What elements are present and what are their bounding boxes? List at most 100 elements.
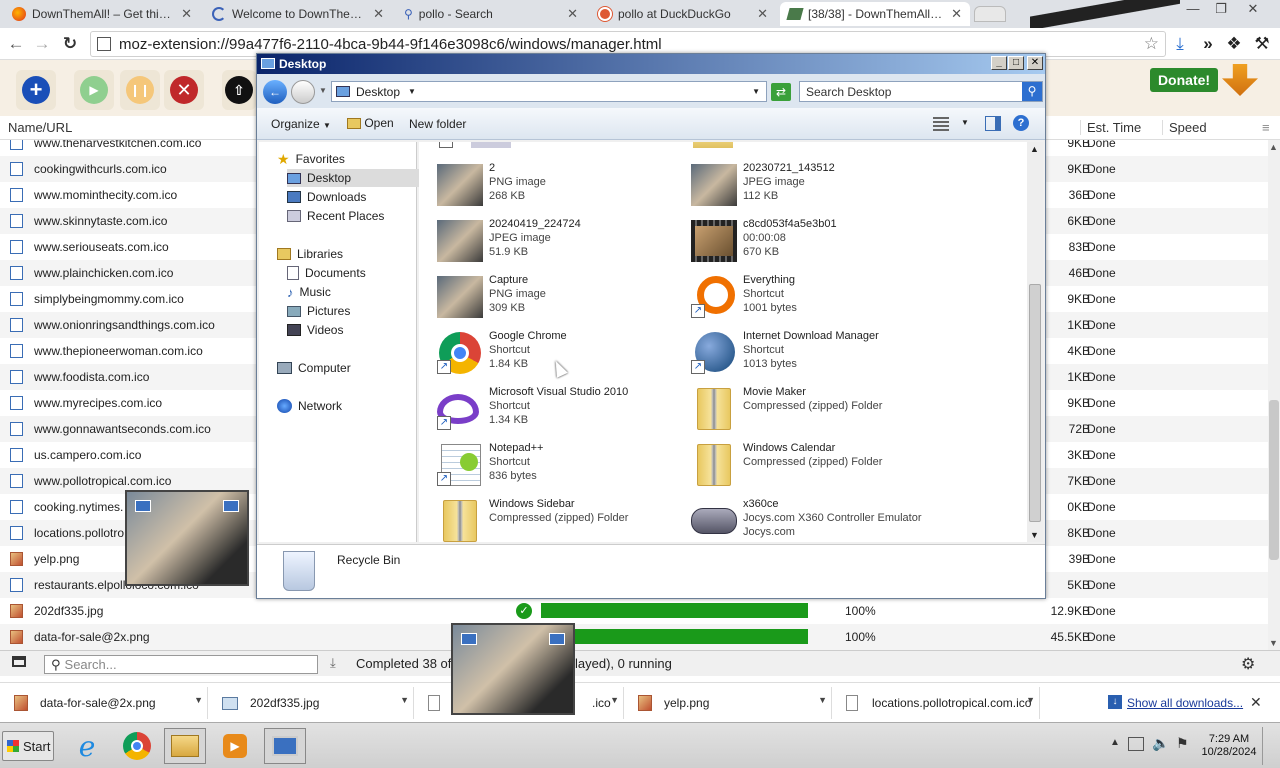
tray-clock[interactable]: 7:29 AM 10/28/2024 xyxy=(1200,733,1258,759)
tab-close-icon[interactable]: ✕ xyxy=(373,6,384,22)
new-folder-button[interactable]: New folder xyxy=(409,117,466,131)
shelf-item-yelp[interactable]: yelp.png ▼ xyxy=(628,687,832,719)
column-name-url[interactable]: Name/URL xyxy=(8,120,72,135)
scroll-down-icon[interactable]: ▼ xyxy=(1269,638,1278,648)
file-item[interactable]: x360ce Jocys.com X360 Controller Emulator… xyxy=(691,496,941,542)
file-item[interactable]: 20240419_224724 JPEG image 51.9 KB xyxy=(437,216,687,268)
close-window-button[interactable]: ✕ xyxy=(1242,1,1264,17)
action-center-flag-icon[interactable]: ⚑ xyxy=(1176,735,1189,752)
show-all-downloads-link[interactable]: Show all downloads... xyxy=(1127,696,1243,710)
tab-close-icon[interactable]: ✕ xyxy=(757,6,768,22)
help-icon[interactable]: ? xyxy=(1013,115,1029,131)
nav-item-favorites[interactable]: ★ Favorites xyxy=(277,150,413,168)
wrench-icon[interactable]: ⚒ xyxy=(1250,32,1274,56)
close-button[interactable]: ✕ xyxy=(1027,56,1043,70)
taskbar-chrome[interactable] xyxy=(116,728,158,764)
file-item[interactable]: 20230721_143512 JPEG image 112 KB xyxy=(691,160,941,212)
overflow-chevron-icon[interactable]: » xyxy=(1196,32,1220,56)
chevron-down-icon[interactable]: ▼ xyxy=(818,695,827,705)
scrollbar-thumb[interactable] xyxy=(1269,400,1279,560)
resume-button[interactable]: ▶ xyxy=(74,70,114,110)
nav-item-pictures[interactable]: Pictures xyxy=(287,302,423,320)
open-button[interactable]: Open xyxy=(347,116,394,130)
gear-icon[interactable]: ⚙ xyxy=(1241,654,1255,674)
chevron-down-icon[interactable]: ▼ xyxy=(400,695,409,705)
chevron-down-icon[interactable]: ▼ xyxy=(961,118,969,127)
taskbar-explorer[interactable] xyxy=(164,728,206,764)
column-picker-icon[interactable]: ≡ xyxy=(1262,120,1270,135)
column-speed[interactable]: Speed xyxy=(1162,120,1207,135)
file-item[interactable]: c8cd053f4a5e3b01 00:00:08 670 KB xyxy=(691,216,941,268)
chevron-down-icon[interactable]: ▼ xyxy=(1026,695,1035,705)
new-tab-button[interactable] xyxy=(974,6,1006,22)
scroll-up-icon[interactable]: ▲ xyxy=(1269,142,1278,152)
file-item[interactable]: Capture PNG image 309 KB xyxy=(437,272,687,324)
shelf-item-202df335[interactable]: 202df335.jpg ▼ xyxy=(212,687,414,719)
chevron-down-icon[interactable]: ▼ xyxy=(408,87,416,96)
view-options-icon[interactable] xyxy=(933,117,949,131)
file-item[interactable]: ↗ Microsoft Visual Studio 2010 Shortcut 1.3… xyxy=(437,384,687,436)
breadcrumb[interactable]: Desktop ▼ ▼ xyxy=(331,81,767,102)
file-item[interactable]: Movie Maker Compressed (zipped) Folder xyxy=(691,384,941,436)
shelf-item-data-for-sale[interactable]: data-for-sale@2x.png ▼ xyxy=(4,687,208,719)
table-row[interactable]: data-for-sale@2x.png✓100%45.5KBDone xyxy=(0,624,1268,650)
taskbar-internet-explorer[interactable]: e xyxy=(66,728,108,764)
cancel-button[interactable]: ✕ xyxy=(164,70,204,110)
volume-muted-icon[interactable]: 🔈 xyxy=(1152,735,1169,752)
network-tray-icon[interactable] xyxy=(1128,737,1144,751)
minimize-button[interactable]: _ xyxy=(991,56,1007,70)
taskbar-thumbnail-preview[interactable] xyxy=(451,623,575,715)
explorer-file-scrollbar[interactable]: ▲ ▼ xyxy=(1027,142,1043,542)
move-top-button[interactable]: ⇧ xyxy=(222,70,256,110)
search-input[interactable]: ⚲ Search... xyxy=(44,655,318,674)
forward-arrow-icon[interactable]: → xyxy=(30,32,54,56)
back-arrow-icon[interactable]: ← xyxy=(4,32,28,56)
recent-locations-chevron-icon[interactable]: ▼ xyxy=(319,86,327,95)
nav-item-network[interactable]: Network xyxy=(277,397,413,415)
chevron-down-icon[interactable]: ▼ xyxy=(610,695,619,705)
organize-menu[interactable]: Organize ▼ xyxy=(271,117,331,131)
show-hidden-icons-icon[interactable]: ▲ xyxy=(1110,737,1120,748)
nav-item-videos[interactable]: Videos xyxy=(287,321,423,339)
minimize-button[interactable]: — xyxy=(1182,1,1204,17)
tab-pollo-search[interactable]: ⚲ pollo - Search ✕ xyxy=(396,2,586,26)
downloads-icon[interactable]: ⤓ xyxy=(1168,32,1192,56)
tab-close-icon[interactable]: ✕ xyxy=(951,6,962,22)
pause-button[interactable]: ❙❙ xyxy=(120,70,160,110)
display-icon[interactable] xyxy=(12,656,26,667)
extensions-puzzle-icon[interactable]: ❖ xyxy=(1222,32,1246,56)
nav-item-recent-places[interactable]: Recent Places xyxy=(287,207,423,225)
file-item[interactable]: ↗ Notepad++ Shortcut 836 bytes xyxy=(437,440,687,492)
bookmark-star-icon[interactable]: ☆ xyxy=(1144,34,1159,54)
tab-close-icon[interactable]: ✕ xyxy=(567,6,578,22)
donate-button[interactable]: Donate! xyxy=(1150,68,1218,92)
tab-duckduckgo[interactable]: pollo at DuckDuckGo ✕ xyxy=(590,2,776,26)
nav-item-music[interactable]: ♪ Music xyxy=(287,283,423,301)
add-download-button[interactable]: + xyxy=(16,70,56,110)
maximize-button[interactable]: □ xyxy=(1008,56,1024,70)
nav-item-desktop[interactable]: Desktop xyxy=(287,169,423,187)
explorer-title-bar[interactable]: Desktop _ □ ✕ xyxy=(257,54,1045,74)
explorer-search-input[interactable]: Search Desktop ⚲ xyxy=(799,81,1043,102)
close-shelf-button[interactable]: ✕ xyxy=(1250,694,1262,711)
nav-item-downloads[interactable]: Downloads xyxy=(287,188,423,206)
file-item[interactable]: Windows Sidebar Compressed (zipped) Folde… xyxy=(437,496,687,542)
tab-close-icon[interactable]: ✕ xyxy=(181,6,192,22)
preview-pane-icon[interactable] xyxy=(985,116,1001,131)
search-icon[interactable]: ⚲ xyxy=(1022,82,1042,101)
back-arrow-icon[interactable]: ← xyxy=(263,80,287,104)
file-item[interactable]: Windows Calendar Compressed (zipped) Fold… xyxy=(691,440,941,492)
reload-icon[interactable]: ↻ xyxy=(58,32,82,56)
taskbar-remote-desktop[interactable] xyxy=(264,728,306,764)
scrollbar-thumb[interactable] xyxy=(1029,284,1041,522)
refresh-icon[interactable]: ⇄ xyxy=(771,83,791,101)
chevron-down-icon[interactable]: ▼ xyxy=(194,695,203,705)
show-desktop-button[interactable] xyxy=(1262,727,1276,765)
file-item[interactable]: 2 PNG image 268 KB xyxy=(437,160,687,212)
scroll-down-icon[interactable]: ▼ xyxy=(1030,530,1039,540)
nav-item-documents[interactable]: Documents xyxy=(287,264,423,282)
tab-dta-manager[interactable]: [38/38] - DownThemAll! Mana ✕ xyxy=(780,2,970,26)
restore-button[interactable]: ❐ xyxy=(1210,1,1232,17)
column-est-time[interactable]: Est. Time xyxy=(1080,120,1141,135)
nav-item-computer[interactable]: Computer xyxy=(277,359,413,377)
